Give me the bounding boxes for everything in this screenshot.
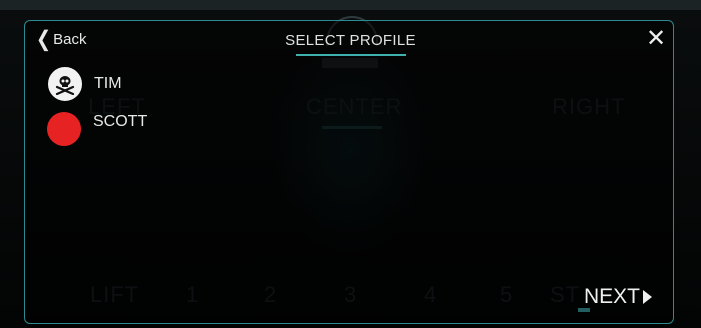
red-circle-avatar	[47, 112, 81, 146]
play-arrow-icon	[643, 290, 653, 304]
skull-icon	[48, 67, 82, 101]
title-underline	[296, 54, 406, 56]
dialog-title: SELECT PROFILE	[285, 32, 416, 49]
next-indicator	[578, 308, 590, 312]
profile-dialog	[24, 20, 674, 324]
close-icon[interactable]: ✕	[646, 24, 666, 53]
profile-name: TIM	[94, 75, 122, 92]
top-strip	[0, 0, 701, 10]
profile-name: SCOTT	[93, 113, 148, 130]
profile-item-scott[interactable]: SCOTT	[47, 112, 147, 146]
next-button[interactable]: NEXT	[584, 285, 653, 309]
next-label: NEXT	[584, 285, 641, 308]
profile-item-tim[interactable]: TIM	[48, 67, 122, 101]
